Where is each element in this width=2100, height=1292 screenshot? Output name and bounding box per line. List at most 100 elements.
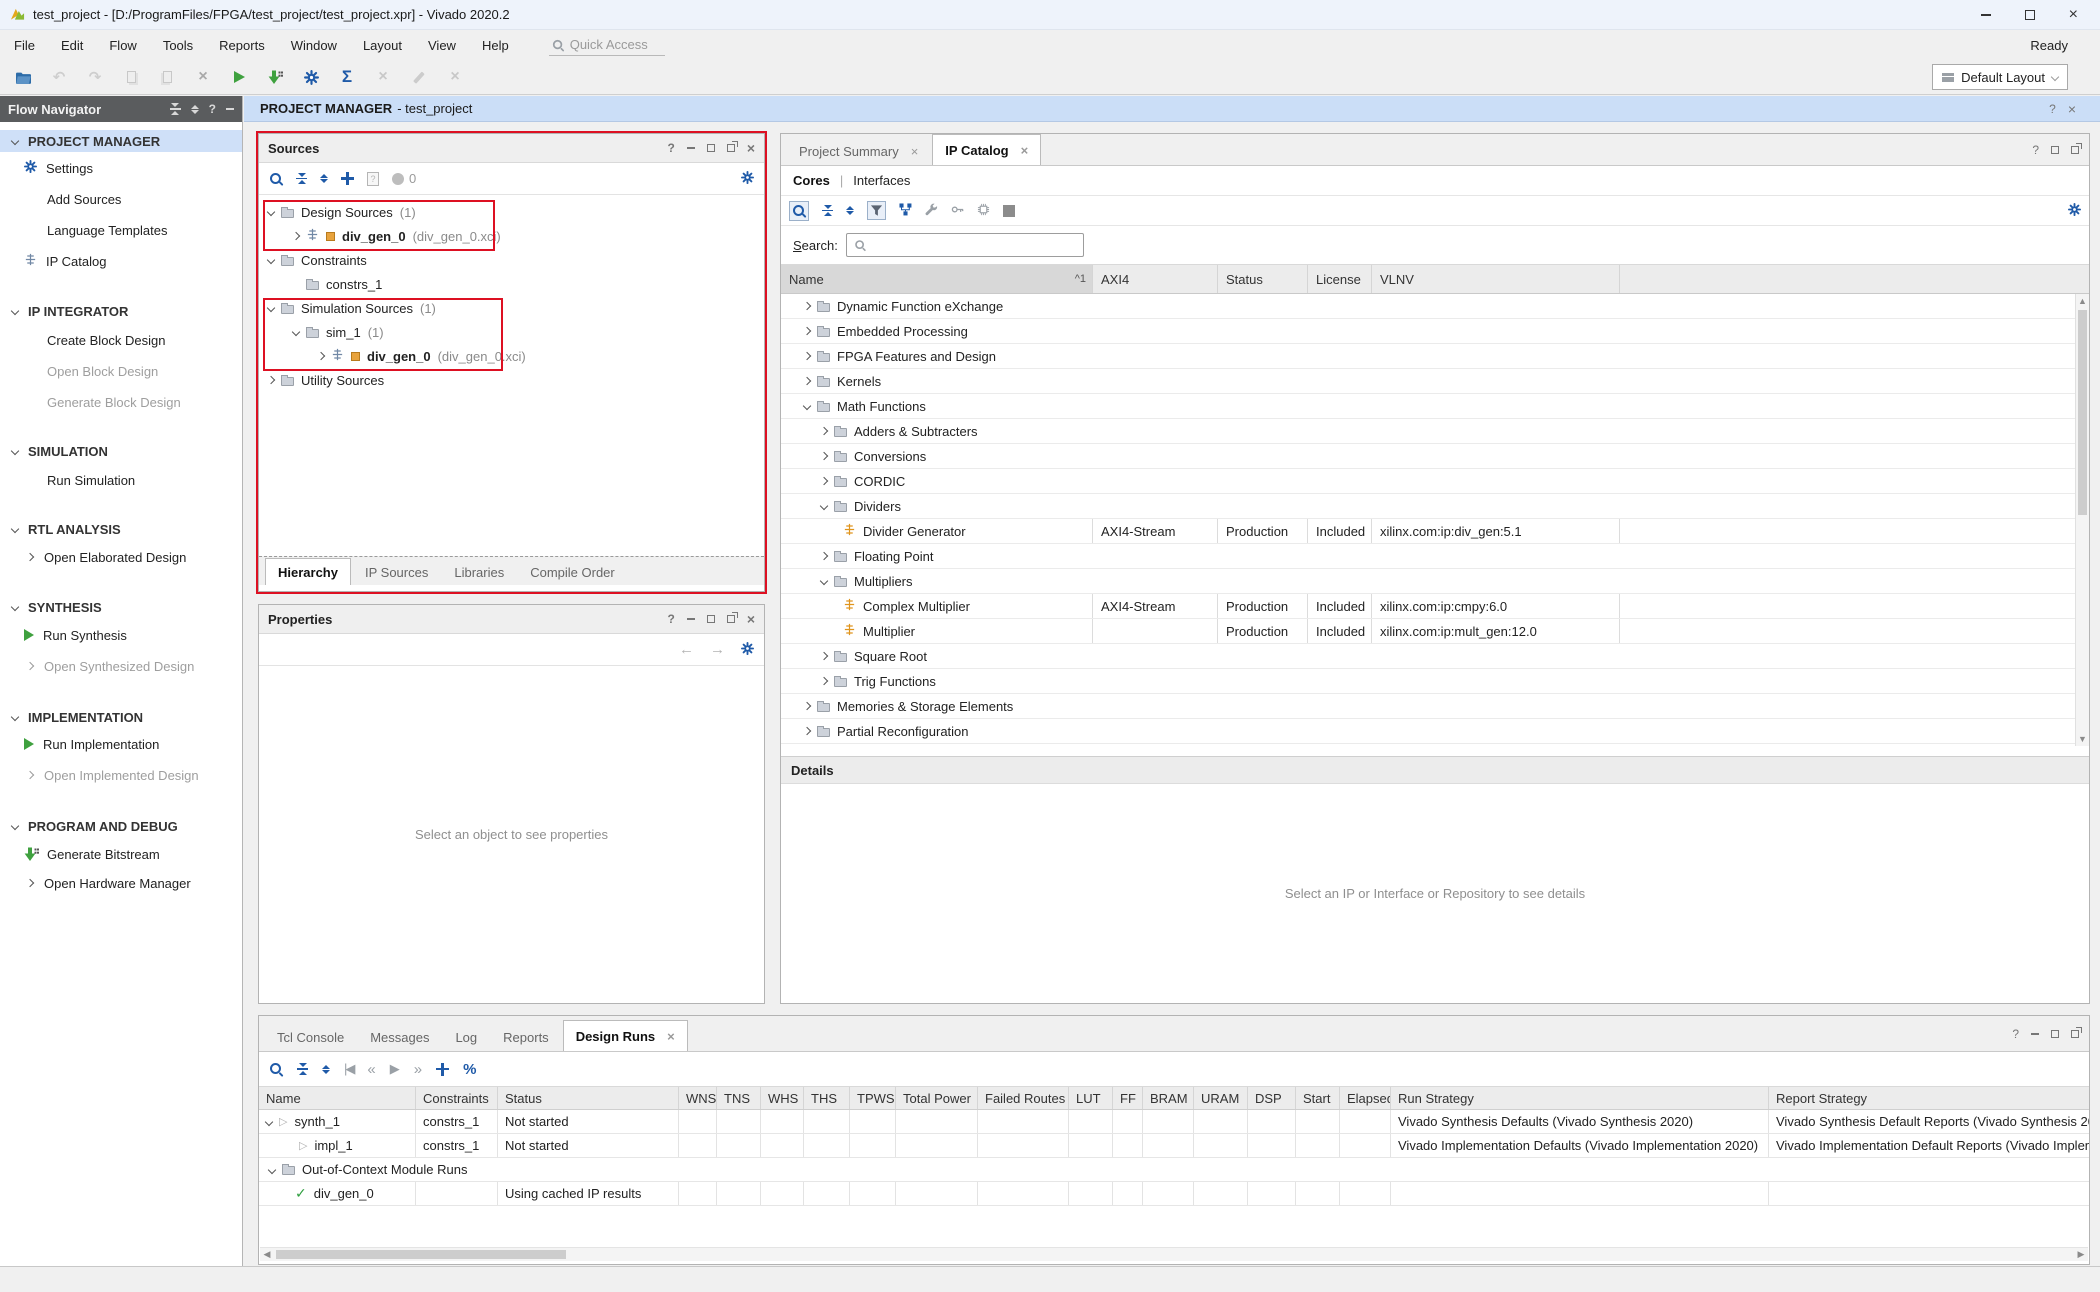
chevron-right-icon[interactable]: [820, 552, 828, 560]
maximize-panel-icon[interactable]: [2051, 1030, 2059, 1038]
column-bram[interactable]: BRAM: [1143, 1087, 1194, 1109]
expand-all-icon[interactable]: [322, 1065, 330, 1074]
chevron-right-icon[interactable]: [820, 427, 828, 435]
vertical-scrollbar[interactable]: ▲ ▼: [2075, 294, 2089, 746]
minimize-panel-icon[interactable]: [687, 147, 695, 149]
column-status[interactable]: Status: [498, 1087, 679, 1109]
flow-item-run-implementation[interactable]: Run Implementation: [0, 733, 242, 755]
tab-messages[interactable]: Messages: [358, 1023, 441, 1051]
menu-flow[interactable]: Flow: [109, 38, 136, 53]
close-tab-icon[interactable]: ×: [667, 1029, 675, 1044]
float-panel-icon[interactable]: [727, 144, 735, 152]
ip-category-row[interactable]: CORDIC: [781, 469, 2089, 494]
tab-ip-catalog[interactable]: IP Catalog×: [932, 134, 1041, 165]
chevron-right-icon[interactable]: [820, 677, 828, 685]
undo-icon[interactable]: ↶: [48, 66, 70, 88]
chevron-down-icon[interactable]: [11, 525, 19, 533]
add-sources-icon[interactable]: [341, 172, 354, 185]
flow-section-synthesis[interactable]: SYNTHESIS: [0, 596, 242, 618]
ip-category-row[interactable]: Kernels: [781, 369, 2089, 394]
menu-layout[interactable]: Layout: [363, 38, 402, 53]
help-icon[interactable]: ?: [667, 141, 674, 155]
chevron-down-icon[interactable]: [267, 208, 275, 216]
percent-icon[interactable]: %: [463, 1061, 476, 1078]
tab-ip-sources[interactable]: IP Sources: [353, 560, 440, 585]
chevron-right-icon[interactable]: [803, 727, 811, 735]
ip-category-row[interactable]: Dynamic Function eXchange: [781, 294, 2089, 319]
float-panel-icon[interactable]: [2071, 1030, 2079, 1038]
flow-section-ip-integrator[interactable]: IP INTEGRATOR: [0, 300, 242, 322]
help-icon[interactable]: ?: [667, 612, 674, 626]
report-summary-icon[interactable]: Σ: [336, 66, 358, 88]
collapse-all-icon[interactable]: [822, 205, 833, 217]
expand-all-icon[interactable]: [846, 206, 854, 215]
ip-category-row[interactable]: Embedded Processing: [781, 319, 2089, 344]
run-row-impl-1[interactable]: ▷impl_1 constrs_1 Not started Vivado Imp…: [259, 1134, 2089, 1158]
ip-category-row[interactable]: FPGA Features and Design: [781, 344, 2089, 369]
minimize-panel-icon[interactable]: [226, 108, 234, 110]
collapse-all-icon[interactable]: [297, 1063, 308, 1075]
column-wns[interactable]: WNS: [679, 1087, 717, 1109]
generate-bitstream-icon[interactable]: [264, 66, 286, 88]
menu-file[interactable]: File: [14, 38, 35, 53]
run-group-row-ooc[interactable]: Out-of-Context Module Runs: [259, 1158, 2089, 1182]
back-arrow-icon[interactable]: ←: [679, 641, 694, 658]
tab-tcl-console[interactable]: Tcl Console: [265, 1023, 356, 1051]
view-interfaces[interactable]: Interfaces: [853, 173, 910, 188]
menu-view[interactable]: View: [428, 38, 456, 53]
column-name[interactable]: Name: [259, 1087, 416, 1109]
tab-libraries[interactable]: Libraries: [442, 560, 516, 585]
scrollbar-thumb[interactable]: [276, 1250, 566, 1259]
column-ff[interactable]: FF: [1113, 1087, 1143, 1109]
chevron-right-icon[interactable]: [292, 232, 300, 240]
flow-section-project-manager[interactable]: PROJECT MANAGER: [0, 130, 242, 152]
copy-icon[interactable]: [120, 66, 142, 88]
view-cores[interactable]: Cores: [793, 173, 830, 188]
ip-category-row[interactable]: Multipliers: [781, 569, 2089, 594]
chevron-down-icon[interactable]: [267, 304, 275, 312]
flow-section-simulation[interactable]: SIMULATION: [0, 440, 242, 462]
column-tns[interactable]: TNS: [717, 1087, 761, 1109]
cancel-icon[interactable]: ×: [372, 66, 394, 88]
chevron-down-icon[interactable]: [820, 502, 828, 510]
skip-to-start-icon[interactable]: |◀: [344, 1061, 353, 1077]
scroll-down-icon[interactable]: ▼: [2076, 732, 2089, 746]
scroll-left-icon[interactable]: ◀: [260, 1248, 274, 1261]
layout-selector[interactable]: Default Layout: [1932, 64, 2068, 90]
ip-category-row[interactable]: Conversions: [781, 444, 2089, 469]
quick-access-search[interactable]: Quick Access: [549, 34, 665, 56]
column-status[interactable]: Status: [1218, 265, 1308, 293]
tree-row-design-sources[interactable]: Design Sources (1): [259, 200, 764, 224]
gear-icon[interactable]: [741, 171, 754, 187]
search-input[interactable]: [846, 233, 1084, 257]
edit-icon[interactable]: [408, 66, 430, 88]
menu-edit[interactable]: Edit: [61, 38, 83, 53]
flow-item-open-elaborated-design[interactable]: Open Elaborated Design: [0, 546, 242, 568]
tree-row-sim-div-gen-0[interactable]: div_gen_0 (div_gen_0.xci): [259, 344, 764, 368]
column-whs[interactable]: WHS: [761, 1087, 804, 1109]
redo-icon[interactable]: ↷: [84, 66, 106, 88]
settings-gear-icon[interactable]: [300, 66, 322, 88]
ip-category-row[interactable]: Memories & Storage Elements: [781, 694, 2089, 719]
chevron-down-icon[interactable]: [265, 1117, 273, 1125]
menu-window[interactable]: Window: [291, 38, 337, 53]
chevron-right-icon[interactable]: [803, 302, 811, 310]
paste-icon[interactable]: [156, 66, 178, 88]
run-icon[interactable]: [228, 66, 250, 88]
run-row-synth-1[interactable]: ▷synth_1 constrs_1 Not started Vivado Sy…: [259, 1110, 2089, 1134]
ip-core-row[interactable]: Multiplier Production Included xilinx.co…: [781, 619, 2089, 644]
gear-icon[interactable]: [2068, 203, 2081, 219]
fast-forward-icon[interactable]: »: [414, 1061, 422, 1078]
float-panel-icon[interactable]: [2071, 146, 2079, 154]
scrollbar-thumb[interactable]: [2078, 310, 2087, 515]
forward-arrow-icon[interactable]: →: [710, 641, 725, 658]
close-icon[interactable]: ×: [2068, 104, 2076, 114]
gear-icon[interactable]: [741, 642, 754, 658]
flow-item-language-templates[interactable]: Language Templates: [0, 219, 242, 241]
flow-item-ip-catalog[interactable]: IP Catalog: [0, 250, 242, 272]
column-lut[interactable]: LUT: [1069, 1087, 1113, 1109]
column-start[interactable]: Start: [1296, 1087, 1340, 1109]
scroll-right-icon[interactable]: ▶: [2074, 1248, 2088, 1261]
chevron-right-icon[interactable]: [26, 879, 34, 887]
tree-row-constraints[interactable]: Constraints: [259, 248, 764, 272]
